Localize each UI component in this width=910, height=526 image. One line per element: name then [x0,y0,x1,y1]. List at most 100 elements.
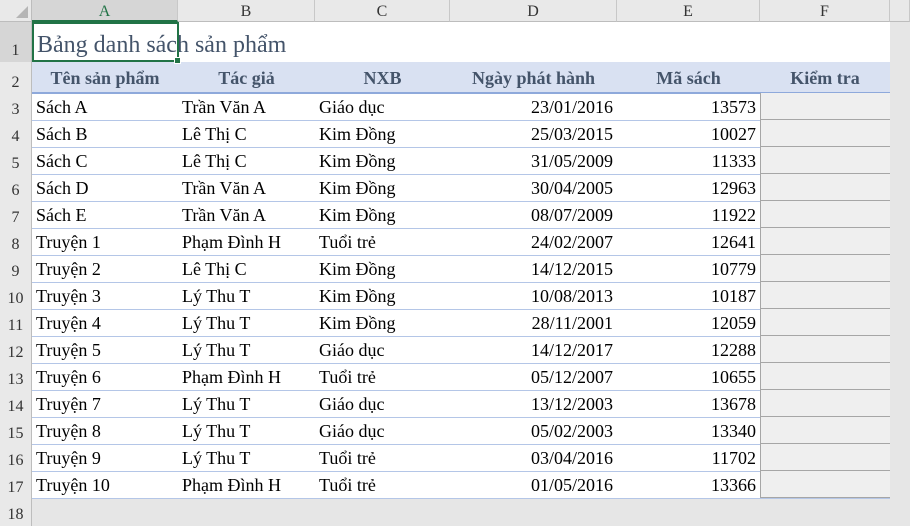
book-code-cell[interactable]: 10187 [617,286,760,307]
book-code-cell[interactable]: 10027 [617,124,760,145]
release-date-cell[interactable]: 14/12/2017 [450,340,617,361]
name-cell[interactable]: Truyện 1 [32,232,178,253]
release-date-cell[interactable]: 08/07/2009 [450,205,617,226]
row-header-17[interactable]: 17 [0,472,32,499]
row-header-3[interactable]: 3 [0,94,32,121]
release-date-cell[interactable]: 10/08/2013 [450,286,617,307]
publisher-cell[interactable]: Kim Đồng [315,259,450,280]
name-cell[interactable]: Sách A [32,97,178,118]
author-cell[interactable]: Lý Thu T [178,394,315,415]
check-cell[interactable] [760,147,890,174]
author-cell[interactable]: Phạm Đình H [178,475,315,496]
name-cell[interactable]: Truyện 2 [32,259,178,280]
author-cell[interactable]: Phạm Đình H [178,367,315,388]
author-cell[interactable]: Lê Thị C [178,151,315,172]
book-code-cell[interactable]: 12059 [617,313,760,334]
book-code-cell[interactable]: 10655 [617,367,760,388]
check-cell[interactable] [760,309,890,336]
column-header-B[interactable]: B [178,0,315,22]
column-header-C[interactable]: C [315,0,450,22]
row-header-15[interactable]: 15 [0,418,32,445]
select-all-button[interactable] [0,0,32,22]
row-header-5[interactable]: 5 [0,148,32,175]
header-cell[interactable]: Kiểm tra [760,68,890,89]
publisher-cell[interactable]: Tuổi trẻ [315,367,450,388]
author-cell[interactable]: Lý Thu T [178,313,315,334]
publisher-cell[interactable]: Giáo dục [315,97,450,118]
release-date-cell[interactable]: 13/12/2003 [450,394,617,415]
release-date-cell[interactable]: 01/05/2016 [450,475,617,496]
check-cell[interactable] [760,390,890,417]
publisher-cell[interactable]: Giáo dục [315,394,450,415]
check-cell[interactable] [760,417,890,444]
header-cell[interactable]: Tác giả [178,68,315,89]
release-date-cell[interactable]: 28/11/2001 [450,313,617,334]
author-cell[interactable]: Lý Thu T [178,448,315,469]
row-header-13[interactable]: 13 [0,364,32,391]
author-cell[interactable]: Lý Thu T [178,286,315,307]
row-header-6[interactable]: 6 [0,175,32,202]
check-cell[interactable] [760,228,890,255]
name-cell[interactable]: Truyện 10 [32,475,178,496]
release-date-cell[interactable]: 23/01/2016 [450,97,617,118]
book-code-cell[interactable]: 13366 [617,475,760,496]
release-date-cell[interactable]: 05/12/2007 [450,367,617,388]
row-header-8[interactable]: 8 [0,229,32,256]
name-cell[interactable]: Sách C [32,151,178,172]
release-date-cell[interactable]: 31/05/2009 [450,151,617,172]
row-header-10[interactable]: 10 [0,283,32,310]
row-header-4[interactable]: 4 [0,121,32,148]
check-cell[interactable] [760,120,890,147]
release-date-cell[interactable]: 03/04/2016 [450,448,617,469]
row-header-9[interactable]: 9 [0,256,32,283]
check-cell[interactable] [760,93,890,120]
check-cell[interactable] [760,255,890,282]
author-cell[interactable]: Lê Thị C [178,259,315,280]
name-cell[interactable]: Truyện 5 [32,340,178,361]
author-cell[interactable]: Phạm Đình H [178,232,315,253]
header-cell[interactable]: Tên sản phẩm [32,68,178,89]
header-cell[interactable]: Ngày phát hành [450,68,617,89]
check-cell[interactable] [760,201,890,228]
book-code-cell[interactable]: 11922 [617,205,760,226]
check-cell[interactable] [760,174,890,201]
book-code-cell[interactable]: 12641 [617,232,760,253]
author-cell[interactable]: Lê Thị C [178,124,315,145]
release-date-cell[interactable]: 05/02/2003 [450,421,617,442]
book-code-cell[interactable]: 13678 [617,394,760,415]
author-cell[interactable]: Lý Thu T [178,340,315,361]
publisher-cell[interactable]: Giáo dục [315,340,450,361]
name-cell[interactable]: Truyện 9 [32,448,178,469]
row-header-7[interactable]: 7 [0,202,32,229]
column-header-F[interactable]: F [760,0,890,22]
name-cell[interactable]: Sách D [32,178,178,199]
publisher-cell[interactable]: Kim Đồng [315,151,450,172]
name-cell[interactable]: Truyện 7 [32,394,178,415]
book-code-cell[interactable]: 11333 [617,151,760,172]
check-cell[interactable] [760,363,890,390]
publisher-cell[interactable]: Tuổi trẻ [315,232,450,253]
book-code-cell[interactable]: 13573 [617,97,760,118]
publisher-cell[interactable]: Kim Đồng [315,205,450,226]
book-code-cell[interactable]: 12288 [617,340,760,361]
name-cell[interactable]: Sách E [32,205,178,226]
row-header-18[interactable]: 18 [0,499,32,526]
name-cell[interactable]: Truyện 6 [32,367,178,388]
publisher-cell[interactable]: Tuổi trẻ [315,475,450,496]
book-code-cell[interactable]: 12963 [617,178,760,199]
worksheet-grid[interactable]: Bảng danh sách sản phẩm Tên sản phẩm Tác … [32,22,890,499]
row-header-16[interactable]: 16 [0,445,32,472]
release-date-cell[interactable]: 30/04/2005 [450,178,617,199]
row-header-2[interactable]: 2 [0,62,32,94]
publisher-cell[interactable]: Kim Đồng [315,178,450,199]
column-header-A[interactable]: A [32,0,178,22]
release-date-cell[interactable]: 25/03/2015 [450,124,617,145]
name-cell[interactable]: Truyện 3 [32,286,178,307]
row-header-1[interactable]: 1 [0,22,32,62]
author-cell[interactable]: Trần Văn A [178,178,315,199]
book-code-cell[interactable]: 13340 [617,421,760,442]
name-cell[interactable]: Truyện 4 [32,313,178,334]
header-cell[interactable]: Mã sách [617,68,760,89]
row-header-12[interactable]: 12 [0,337,32,364]
column-header-E[interactable]: E [617,0,760,22]
